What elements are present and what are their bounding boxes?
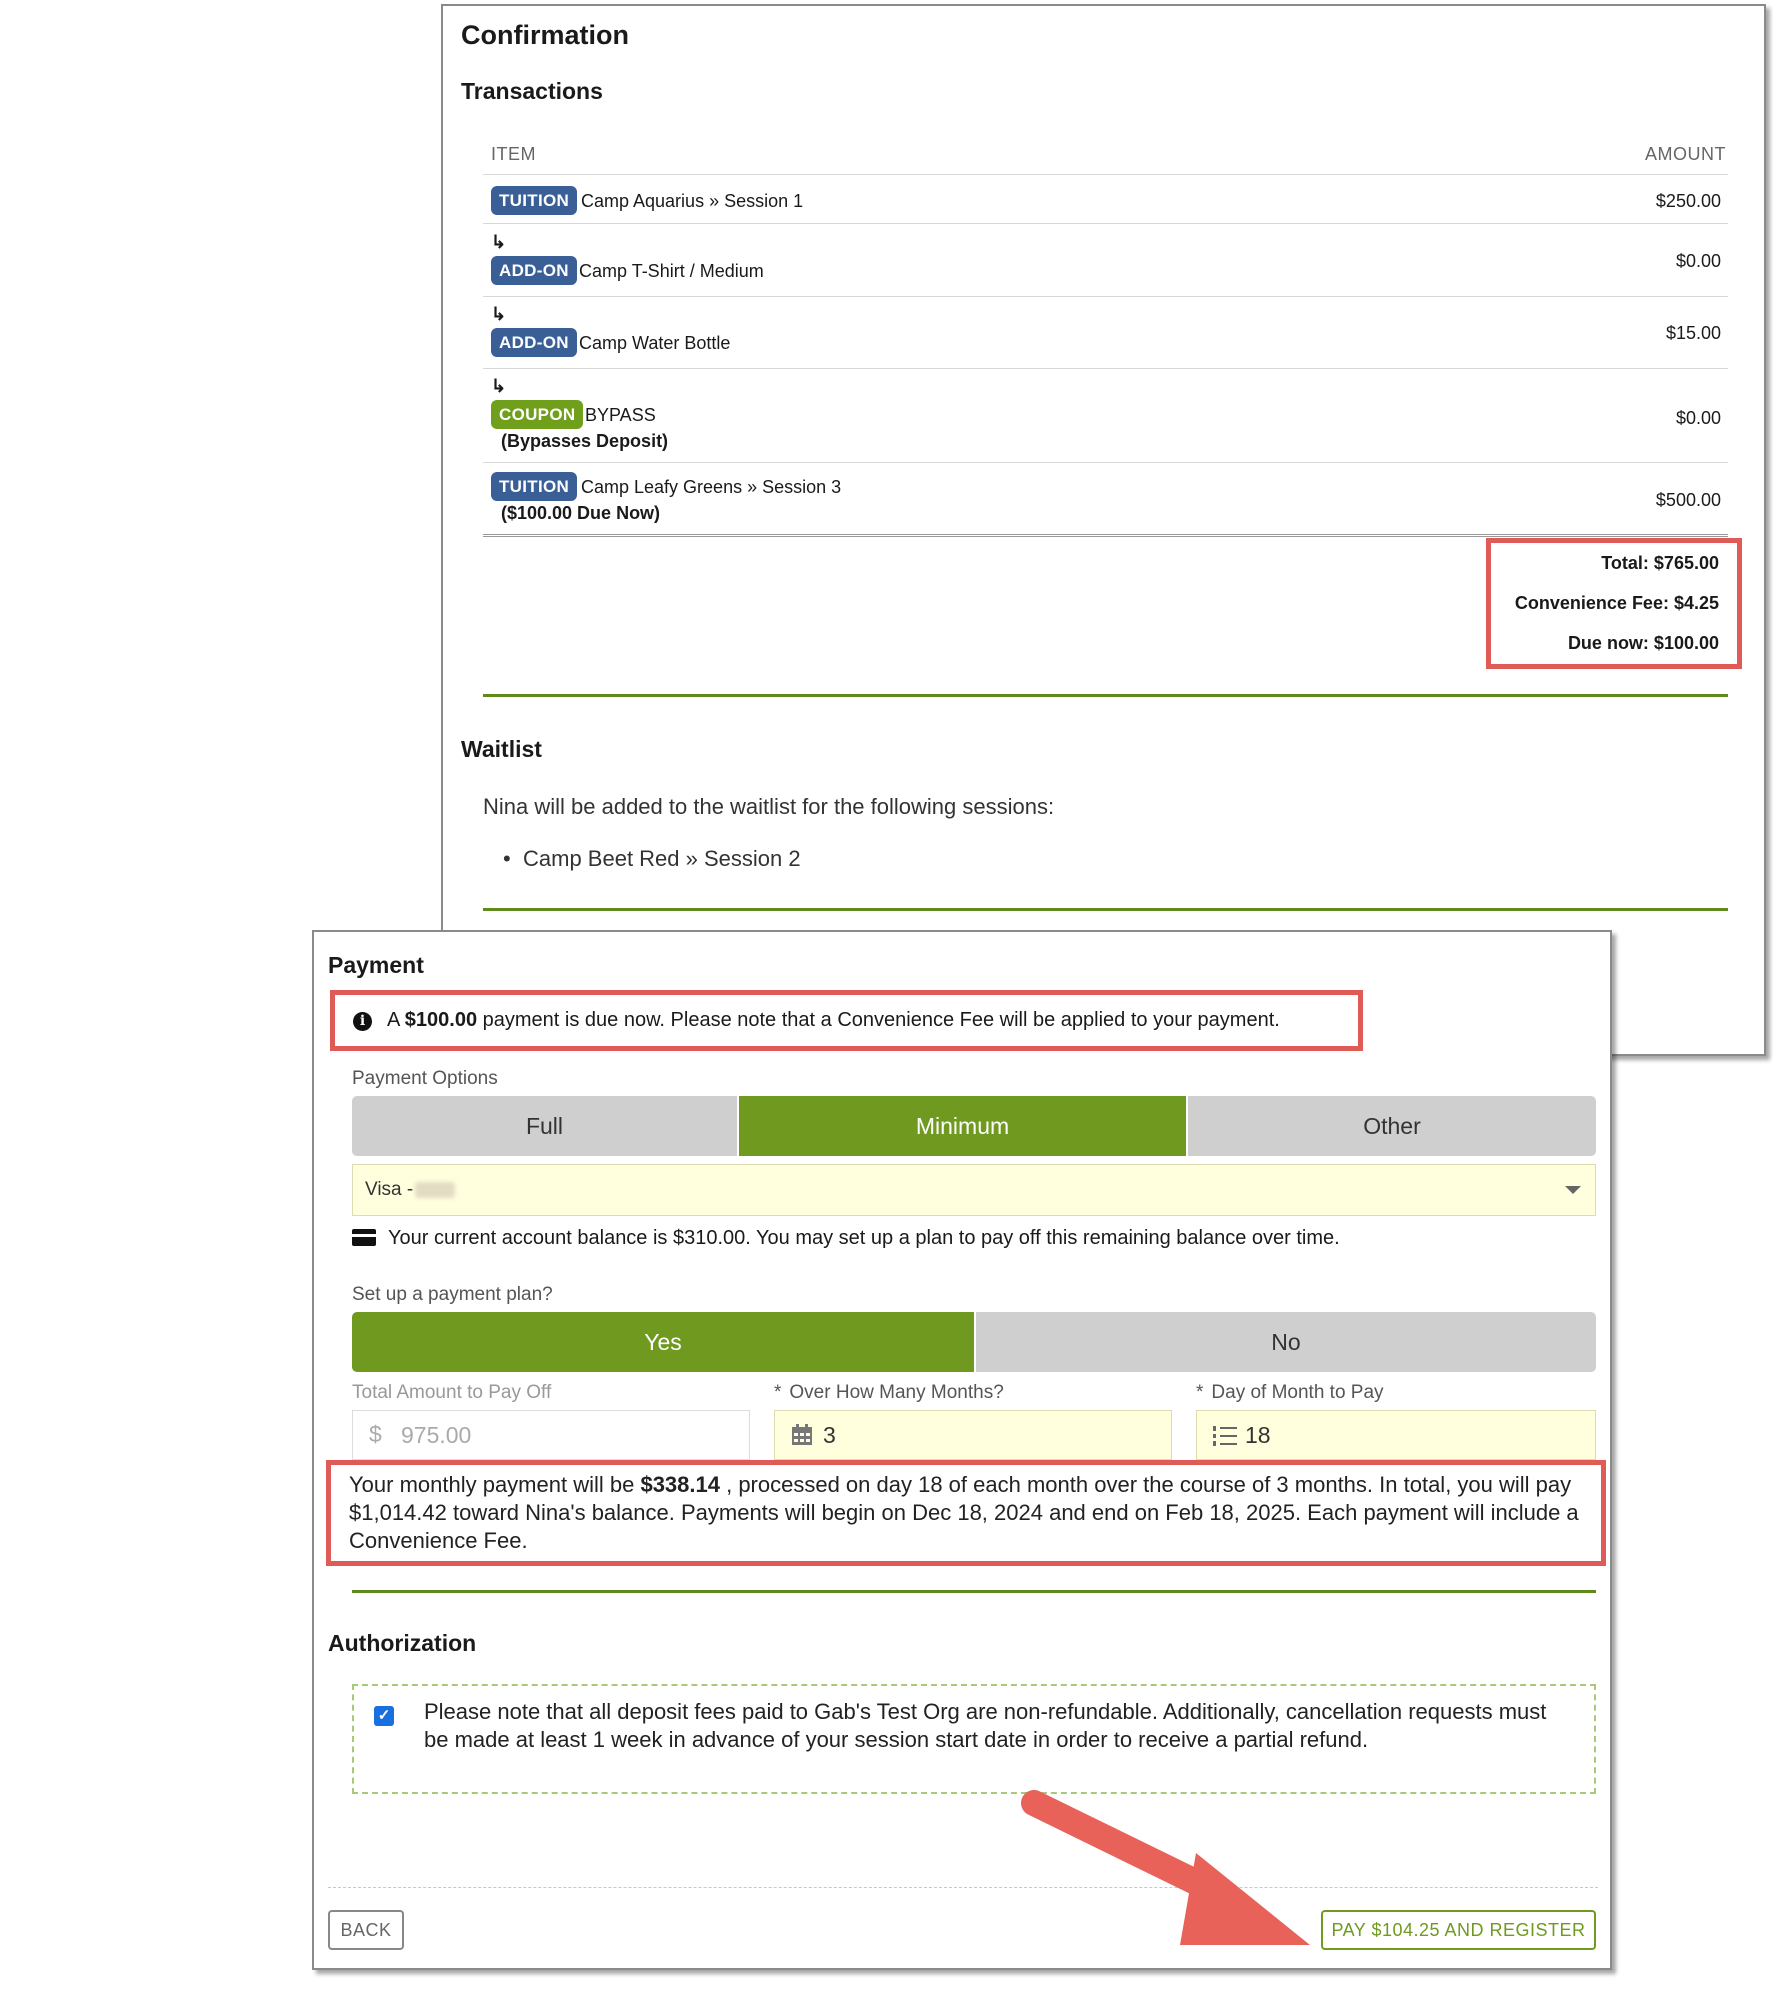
divider: [483, 368, 1728, 369]
table-row: ↳ COUPON BYPASS (Bypasses Deposit) $0.00: [491, 376, 1721, 464]
option-full[interactable]: Full: [352, 1096, 737, 1156]
badge-coupon: COUPON: [491, 400, 584, 429]
months-input[interactable]: 3: [774, 1410, 1172, 1460]
plan-summary-box: Your monthly payment will be $338.14 , p…: [326, 1460, 1606, 1566]
option-minimum[interactable]: Minimum: [737, 1096, 1186, 1156]
plan-summary-text: Your monthly payment will be $338.14 , p…: [349, 1472, 1579, 1553]
return-arrow-icon: ↳: [491, 232, 507, 252]
monthly-payment-amount: $338.14: [640, 1472, 720, 1497]
plan-no[interactable]: No: [974, 1312, 1596, 1372]
due-notice-text: A $100.00 payment is due now. Please not…: [387, 1009, 1280, 1031]
authorization-heading: Authorization: [328, 1630, 477, 1656]
confirmation-panel: Confirmation Transactions ITEM AMOUNT TU…: [441, 4, 1766, 1056]
row-item-text: Camp T-Shirt / Medium: [579, 261, 764, 281]
total-payoff-input[interactable]: $ 975.00: [352, 1410, 750, 1460]
transactions-heading: Transactions: [461, 78, 603, 104]
divider: [483, 462, 1728, 463]
due-now: Due now: $100.00: [1567, 633, 1719, 653]
day-of-month-input[interactable]: 18: [1196, 1410, 1596, 1460]
row-amount: $250.00: [1655, 191, 1721, 211]
months-value: 3: [823, 1422, 836, 1448]
card-select[interactable]: Visa -: [352, 1164, 1596, 1216]
row-item-text: BYPASS: [585, 405, 656, 425]
payment-panel: Payment i A $100.00 payment is due now. …: [312, 930, 1612, 1970]
waitlist-text: Nina will be added to the waitlist for t…: [483, 794, 1055, 819]
checkbox-checked-icon[interactable]: ✓: [374, 1706, 394, 1726]
option-other[interactable]: Other: [1186, 1096, 1596, 1156]
due-notice-box: i A $100.00 payment is due now. Please n…: [330, 990, 1363, 1051]
divider: [483, 296, 1728, 297]
return-arrow-icon: ↳: [491, 376, 507, 396]
total-amount: Total: $765.00: [1601, 553, 1719, 573]
payment-plan-segmented: Yes No: [352, 1312, 1596, 1372]
payment-plan-label: Set up a payment plan?: [352, 1284, 553, 1305]
total-payoff-label: Total Amount to Pay Off: [352, 1382, 552, 1403]
return-arrow-icon: ↳: [491, 304, 507, 324]
day-of-month-value: 18: [1245, 1422, 1271, 1448]
column-header-item: ITEM: [491, 144, 536, 164]
confirmation-title: Confirmation: [461, 20, 629, 50]
row-amount: $15.00: [1665, 323, 1721, 343]
credit-card-icon: [352, 1229, 376, 1246]
masked-card-digits: [415, 1181, 456, 1198]
dropdown-caret-icon: [1565, 1186, 1581, 1194]
table-row: TUITION Camp Aquarius » Session 1 $250.0…: [491, 184, 1721, 224]
back-button[interactable]: BACK: [328, 1910, 404, 1950]
day-of-month-label: * Day of Month to Pay: [1196, 1382, 1384, 1403]
badge-addon: ADD-ON: [491, 256, 577, 285]
row-amount: $0.00: [1675, 251, 1721, 271]
badge-addon: ADD-ON: [491, 328, 577, 357]
row-note: ($100.00 Due Now): [501, 503, 661, 523]
pay-and-register-button[interactable]: PAY $104.25 AND REGISTER: [1321, 1910, 1596, 1950]
badge-tuition: TUITION: [491, 472, 578, 501]
divider: [483, 174, 1728, 175]
divider: [483, 534, 1728, 537]
divider: [483, 223, 1728, 224]
table-row: ↳ ADD-ON Camp T-Shirt / Medium $0.00: [491, 232, 1721, 294]
footer-divider: [328, 1887, 1598, 1888]
waitlist-item: Camp Beet Red » Session 2: [503, 846, 801, 872]
balance-line: Your current account balance is $310.00.…: [352, 1227, 1340, 1250]
row-item-text: Camp Leafy Greens » Session 3: [581, 477, 842, 497]
column-header-amount: AMOUNT: [1645, 144, 1726, 164]
total-payoff-value: 975.00: [401, 1422, 472, 1448]
months-label: * Over How Many Months?: [774, 1382, 1004, 1403]
row-amount: $500.00: [1655, 490, 1721, 510]
payment-options-segmented: Full Minimum Other: [352, 1096, 1596, 1156]
list-ordered-icon: [1213, 1426, 1237, 1446]
balance-text: Your current account balance is $310.00.…: [388, 1227, 1340, 1249]
dollar-icon: $: [369, 1421, 382, 1447]
calendar-icon: [792, 1424, 812, 1445]
waitlist-heading: Waitlist: [461, 736, 542, 762]
section-divider: [352, 1590, 1596, 1593]
authorization-box: ✓ Please note that all deposit fees paid…: [352, 1684, 1596, 1794]
row-note: (Bypasses Deposit): [501, 431, 669, 451]
section-divider: [483, 694, 1728, 697]
badge-tuition: TUITION: [491, 186, 578, 215]
section-divider: [483, 908, 1728, 911]
row-amount: $0.00: [1675, 408, 1721, 428]
convenience-fee: Convenience Fee: $4.25: [1514, 593, 1719, 613]
table-row: ↳ ADD-ON Camp Water Bottle $15.00: [491, 304, 1721, 366]
due-amount: $100.00: [404, 1009, 478, 1031]
payment-options-label: Payment Options: [352, 1068, 498, 1089]
card-select-value: Visa -: [365, 1179, 456, 1201]
info-icon: i: [353, 1012, 372, 1031]
table-row: TUITION Camp Leafy Greens » Session 3 ($…: [491, 470, 1721, 536]
authorization-text: Please note that all deposit fees paid t…: [424, 1699, 1547, 1752]
row-item-text: Camp Water Bottle: [579, 333, 731, 353]
payment-heading: Payment: [328, 952, 424, 978]
plan-yes[interactable]: Yes: [352, 1312, 974, 1372]
row-item-text: Camp Aquarius » Session 1: [581, 191, 804, 211]
totals-highlight-box: Total: $765.00 Convenience Fee: $4.25 Du…: [1486, 538, 1742, 669]
